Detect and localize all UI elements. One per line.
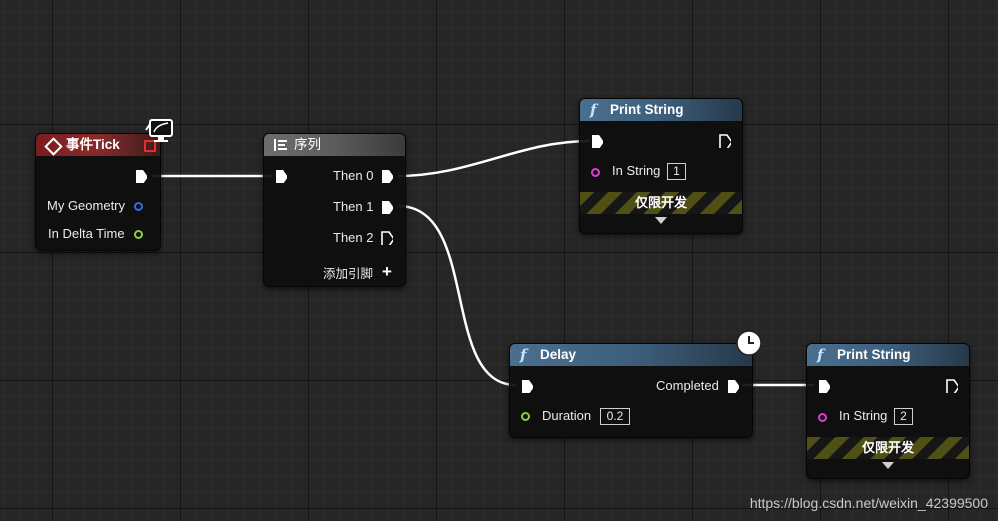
delta-time-pin[interactable]: [134, 230, 143, 239]
sequence-header[interactable]: 序列: [264, 134, 405, 156]
sequence-icon: [274, 139, 288, 151]
duration-field[interactable]: 0.2: [600, 408, 630, 425]
print-string-2-header[interactable]: f Print String: [807, 344, 969, 366]
print-string-1-header[interactable]: f Print String: [580, 99, 742, 121]
my-geometry-label: My Geometry: [47, 198, 126, 213]
sequence-title: 序列: [294, 137, 321, 152]
print-string-2-title: Print String: [837, 347, 911, 362]
then-1-pin[interactable]: [381, 200, 393, 214]
watermark: https://blog.csdn.net/weixin_42399500: [749, 495, 988, 511]
print-string-2-exec-out-pin[interactable]: [946, 379, 958, 393]
delay-title: Delay: [540, 347, 577, 362]
event-diamond-icon: [44, 137, 63, 156]
print-string-2-exec-in-pin[interactable]: [818, 379, 830, 393]
in-string-2-field[interactable]: 2: [894, 408, 913, 425]
print-string-1-exec-in-pin[interactable]: [591, 134, 603, 148]
add-pin-icon[interactable]: +: [382, 262, 392, 282]
add-pin-button[interactable]: 添加引脚: [323, 266, 373, 282]
monitor-icon: [145, 119, 173, 142]
delta-time-label: In Delta Time: [48, 226, 125, 241]
in-string-1-field[interactable]: 1: [667, 163, 686, 180]
clock-icon: [736, 330, 762, 356]
expand-arrow-1-icon[interactable]: [655, 217, 667, 224]
then-0-label: Then 0: [333, 168, 374, 183]
sequence-node[interactable]: 序列 Then 0 Then 1 Then 2 添加引脚 +: [263, 133, 406, 287]
event-tick-exec-out-pin[interactable]: [135, 169, 147, 183]
duration-label: Duration: [542, 408, 592, 423]
in-string-2-label: In String: [839, 408, 888, 423]
function-icon: f: [520, 346, 527, 364]
then-2-label: Then 2: [333, 230, 374, 245]
duration-pin[interactable]: [521, 412, 530, 421]
my-geometry-pin[interactable]: [134, 202, 143, 211]
print-string-node-1[interactable]: f Print String In String 1 仅限开发: [579, 98, 743, 234]
function-icon: f: [817, 346, 824, 364]
delay-node[interactable]: f Delay Completed Duration 0.2: [509, 343, 753, 438]
event-tick-node[interactable]: 事件Tick My Geometry In Delta Time: [35, 133, 161, 251]
development-only-banner-2: 仅限开发: [807, 437, 969, 459]
expand-arrow-2-icon[interactable]: [882, 462, 894, 469]
then-2-pin[interactable]: [381, 231, 393, 245]
completed-label: Completed: [656, 378, 719, 393]
in-string-2-pin[interactable]: [818, 413, 827, 422]
then-1-label: Then 1: [333, 199, 374, 214]
print-string-1-exec-out-pin[interactable]: [719, 134, 731, 148]
development-only-banner-1: 仅限开发: [580, 192, 742, 214]
then-0-pin[interactable]: [381, 169, 393, 183]
in-string-1-pin[interactable]: [591, 168, 600, 177]
event-tick-header[interactable]: 事件Tick: [36, 134, 160, 156]
event-tick-title: 事件Tick: [66, 137, 120, 152]
delay-exec-in-pin[interactable]: [521, 379, 533, 393]
sequence-exec-in-pin[interactable]: [275, 169, 287, 183]
completed-pin[interactable]: [727, 379, 739, 393]
delay-header[interactable]: f Delay: [510, 344, 752, 366]
development-only-label-2: 仅限开发: [861, 440, 914, 455]
development-only-label-1: 仅限开发: [634, 195, 687, 210]
print-string-node-2[interactable]: f Print String In String 2 仅限开发: [806, 343, 970, 479]
in-string-1-label: In String: [612, 163, 661, 178]
wire-then0-to-print1: [397, 139, 591, 178]
function-icon: f: [590, 101, 597, 119]
wire-then1-to-delay: [397, 204, 517, 387]
print-string-1-title: Print String: [610, 102, 684, 117]
